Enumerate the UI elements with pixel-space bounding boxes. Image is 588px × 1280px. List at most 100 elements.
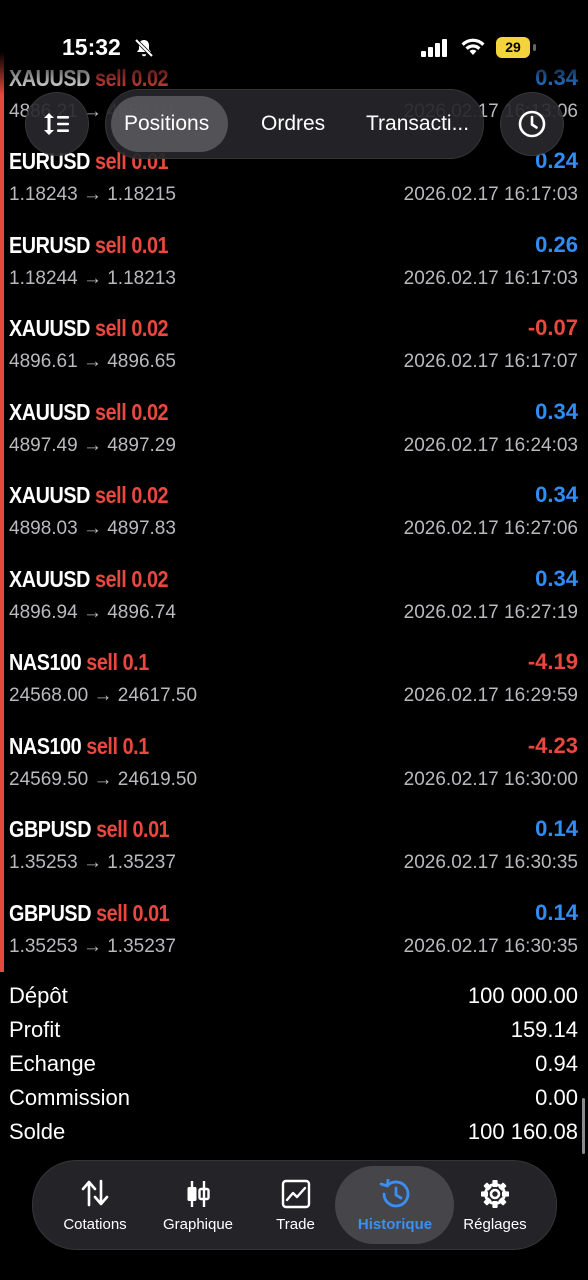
tab-label: Réglages xyxy=(463,1216,527,1233)
trade-time: 2026.02.17 16:17:03 xyxy=(403,267,578,289)
trade-prices: 1.18244 → 1.18213 xyxy=(9,267,176,289)
trade-prices: 1.35253 → 1.35237 xyxy=(9,852,176,873)
trade-time: 2026.02.17 16:17:03 xyxy=(403,184,578,205)
symbol-name: XAUUSD xyxy=(9,565,90,592)
trade-symbol: NAS100 sell 0.1 xyxy=(9,733,149,760)
bottom-tab-bar: Cotations Graphique Trade Historique Rég… xyxy=(32,1160,557,1250)
trade-profit: 0.14 xyxy=(535,816,578,841)
trade-side-volume: sell 0.02 xyxy=(95,398,169,425)
trade-profit: -0.07 xyxy=(527,315,578,340)
trade-symbol: XAUUSD sell 0.02 xyxy=(9,398,169,426)
summary-row: Profit 159.14 xyxy=(0,1014,588,1048)
trade-row[interactable]: XAUUSD sell 0.02 0.34 4896.94 → 4896.74 202… xyxy=(0,552,588,636)
trade-side-volume: sell 0.01 xyxy=(96,816,170,842)
tab-cotations[interactable]: Cotations xyxy=(47,1161,143,1249)
trade-time: 2026.02.17 16:30:00 xyxy=(403,768,578,790)
trade-time: 2026.02.17 16:30:35 xyxy=(403,935,578,957)
trade-prices: 4898.03 → 4897.83 xyxy=(9,518,176,539)
trade-prices: 24568.00 → 24617.50 xyxy=(9,685,198,706)
summary-value: 100 160.08 xyxy=(467,1119,578,1144)
trade-row[interactable]: NAS100 sell 0.1 -4.23 24569.50 → 24619.50 2… xyxy=(0,719,588,803)
trade-prices: 1.18243 → 1.18215 xyxy=(9,184,176,205)
tab-trade[interactable]: Trade xyxy=(248,1161,343,1249)
scroll-indicator[interactable] xyxy=(582,1098,585,1154)
history-icon xyxy=(379,1178,411,1214)
symbol-name: EURUSD xyxy=(9,231,90,258)
tab-label: Cotations xyxy=(63,1216,127,1233)
wifi-icon xyxy=(460,37,486,62)
trade-row[interactable]: GBPUSD sell 0.01 0.14 1.35253 → 1.35237 202… xyxy=(0,802,588,886)
trade-side-volume: sell 0.01 xyxy=(95,231,169,258)
tab-label: Trade xyxy=(276,1216,315,1233)
silent-bell-icon xyxy=(133,37,155,64)
trade-side-volume: sell 0.02 xyxy=(95,315,169,341)
tab-transactions[interactable]: Transacti... xyxy=(366,90,469,158)
summary-row: Dépôt 100 000.00 xyxy=(0,980,588,1014)
tab-reglages[interactable]: Réglages xyxy=(447,1161,543,1249)
arrows-updown-icon xyxy=(79,1179,111,1212)
status-time: 15:32 xyxy=(62,34,121,60)
history-segment-control[interactable]: Positions Ordres Transacti... xyxy=(105,89,484,159)
trade-row[interactable]: EURUSD sell 0.01 0.26 1.18244 → 1.18213 202… xyxy=(0,218,588,302)
symbol-name: NAS100 xyxy=(9,732,82,759)
cellular-signal-icon xyxy=(421,39,449,62)
trade-prices: 4897.49 → 4897.29 xyxy=(9,434,176,456)
trade-profit: 0.34 xyxy=(535,482,578,507)
summary-label: Echange xyxy=(9,1051,96,1076)
trade-profit: 0.14 xyxy=(535,899,578,925)
trade-time: 2026.02.17 16:29:59 xyxy=(403,685,578,706)
trade-prices: 4896.61 → 4896.65 xyxy=(9,351,176,372)
tab-positions[interactable]: Positions xyxy=(124,90,209,158)
trade-symbol: XAUUSD sell 0.02 xyxy=(9,315,169,342)
trade-row[interactable]: XAUUSD sell 0.02 0.34 4898.03 → 4897.83 202… xyxy=(0,468,588,552)
trade-symbol: XAUUSD sell 0.02 xyxy=(9,482,169,509)
tab-ordres[interactable]: Ordres xyxy=(261,90,325,158)
trade-side-volume: sell 0.02 xyxy=(95,565,169,592)
trade-row[interactable]: NAS100 sell 0.1 -4.19 24568.00 → 24617.50 2… xyxy=(0,635,588,719)
summary-label: Commission xyxy=(9,1085,131,1110)
trade-prices: 24569.50 → 24619.50 xyxy=(9,768,198,790)
trade-side-volume: sell 0.01 xyxy=(96,899,170,926)
trade-symbol: NAS100 sell 0.1 xyxy=(9,649,149,676)
symbol-name: XAUUSD xyxy=(9,398,90,425)
trade-prices: 1.35253 → 1.35237 xyxy=(9,935,176,957)
symbol-name: XAUUSD xyxy=(9,315,90,341)
trade-time: 2026.02.17 16:30:35 xyxy=(403,852,578,873)
sort-button[interactable] xyxy=(25,92,89,156)
tab-label: Historique xyxy=(357,1216,433,1233)
summary-row: Solde 100 160.08 xyxy=(0,1116,588,1150)
trade-row[interactable]: GBPUSD sell 0.01 0.14 1.35253 → 1.35237 202… xyxy=(0,886,588,970)
trade-prices: 4896.94 → 4896.74 xyxy=(9,601,176,623)
tab-historique[interactable]: Historique xyxy=(345,1161,445,1249)
clock-icon xyxy=(518,110,546,138)
status-bar: 15:32 29 xyxy=(0,0,588,95)
symbol-name: GBPUSD xyxy=(9,899,92,926)
trade-profit: 0.34 xyxy=(535,398,578,424)
summary-value: 0.94 xyxy=(535,1051,578,1076)
trade-time: 2026.02.17 16:27:06 xyxy=(403,518,578,539)
tab-graphique[interactable]: Graphique xyxy=(148,1161,248,1249)
account-summary: Dépôt 100 000.00 Profit 159.14 Echange 0.94 Co… xyxy=(0,980,588,1150)
trade-side-volume: sell 0.1 xyxy=(86,732,149,759)
trade-symbol: GBPUSD sell 0.01 xyxy=(9,816,170,843)
candles-icon xyxy=(184,1179,212,1214)
symbol-name: GBPUSD xyxy=(9,816,92,842)
trade-symbol: XAUUSD sell 0.02 xyxy=(9,565,169,593)
summary-label: Solde xyxy=(9,1119,66,1144)
trade-profit: -4.19 xyxy=(527,649,578,674)
trade-profit: -4.23 xyxy=(527,732,578,758)
symbol-name: XAUUSD xyxy=(9,482,90,508)
period-button[interactable] xyxy=(500,92,564,156)
trade-profit: 0.34 xyxy=(535,565,578,591)
battery-cap xyxy=(533,44,536,51)
symbol-name: NAS100 xyxy=(9,649,82,675)
trade-row[interactable]: XAUUSD sell 0.02 0.34 4897.49 → 4897.29 202… xyxy=(0,385,588,469)
trade-row[interactable]: XAUUSD sell 0.02 -0.07 4896.61 → 4896.65 20… xyxy=(0,301,588,385)
summary-value: 100 000.00 xyxy=(467,983,578,1008)
trade-time: 2026.02.17 16:24:03 xyxy=(403,434,578,456)
trade-side-volume: sell 0.02 xyxy=(95,482,169,508)
trade-profit: 0.26 xyxy=(535,231,578,257)
trade-symbol: EURUSD sell 0.01 xyxy=(9,231,169,259)
battery-icon: 29 xyxy=(496,37,530,58)
tab-label: Graphique xyxy=(162,1216,234,1233)
